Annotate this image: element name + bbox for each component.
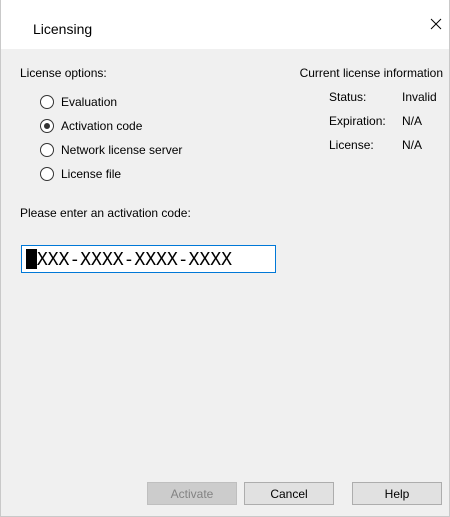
cancel-button[interactable]: Cancel (244, 482, 334, 505)
radio-label-network-license-server: Network license server (61, 143, 183, 157)
licensing-dialog: Licensing License options: Evaluation Ac… (0, 0, 450, 517)
license-options-radio-group: Evaluation Activation code Network licen… (40, 90, 182, 186)
radio-network-license-server[interactable]: Network license server (40, 138, 182, 162)
status-label: Status: (329, 90, 367, 104)
window-title: Licensing (33, 21, 93, 37)
radio-circle-selected[interactable] (40, 119, 54, 133)
license-value: N/A (402, 138, 423, 152)
close-icon (430, 18, 442, 30)
radio-circle[interactable] (40, 95, 54, 109)
close-button[interactable] (423, 10, 449, 38)
expiration-label: Expiration: (329, 114, 386, 128)
radio-circle[interactable] (40, 167, 54, 181)
license-expiration-row: Expiration: N/A (329, 114, 422, 128)
license-status-row: Status: Invalid (329, 90, 437, 104)
activate-button[interactable]: Activate (147, 482, 237, 505)
status-value: Invalid (402, 90, 437, 104)
radio-label-evaluation: Evaluation (61, 95, 118, 109)
title-bar: Licensing (1, 0, 449, 49)
help-button[interactable]: Help (352, 482, 442, 505)
license-type-row: License: N/A (329, 138, 422, 152)
radio-evaluation[interactable]: Evaluation (40, 90, 182, 114)
license-options-label: License options: (20, 66, 107, 80)
radio-label-activation-code: Activation code (61, 119, 143, 133)
activation-code-prompt: Please enter an activation code: (20, 206, 191, 220)
radio-circle[interactable] (40, 143, 54, 157)
current-license-title: Current license information (299, 66, 443, 80)
radio-activation-code[interactable]: Activation code (40, 114, 182, 138)
activation-code-input[interactable] (21, 245, 276, 273)
radio-label-license-file: License file (61, 167, 122, 181)
radio-license-file[interactable]: License file (40, 162, 182, 186)
license-label: License: (329, 138, 374, 152)
expiration-value: N/A (402, 114, 423, 128)
